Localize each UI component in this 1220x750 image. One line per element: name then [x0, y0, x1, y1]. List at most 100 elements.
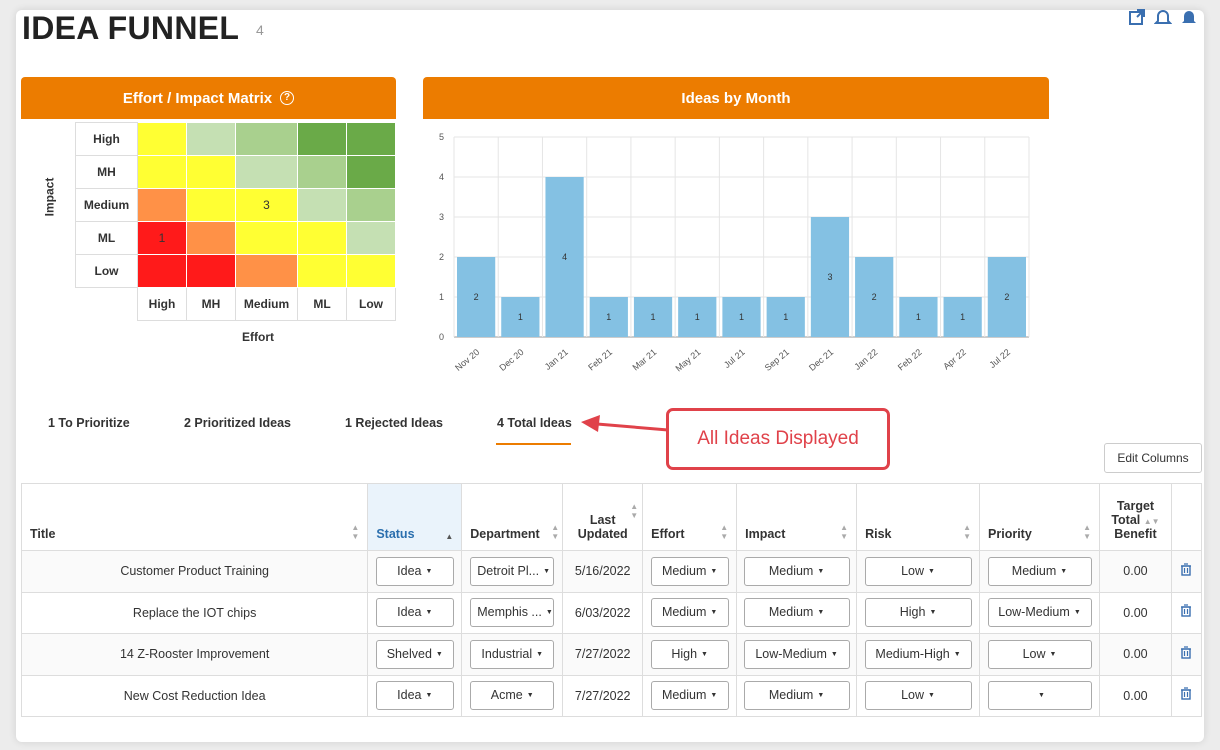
table-row[interactable]: Replace the IOT chips Idea ▼ Memphis ... ▼ 6/… — [20, 591, 1203, 634]
matrix-cell[interactable] — [186, 122, 236, 156]
table-row[interactable]: Customer Product Training Idea ▼ Detroit Pl… — [20, 550, 1203, 593]
matrix-cell[interactable] — [235, 122, 298, 156]
risk-dropdown[interactable]: Low ▼ — [864, 556, 972, 586]
column-header-department[interactable]: Department ▲ ▼ — [461, 483, 564, 551]
idea-title[interactable]: Customer Product Training — [20, 550, 369, 593]
column-header-effort[interactable]: Effort ▲ ▼ — [642, 483, 738, 551]
column-header-priority[interactable]: Priority ▲ ▼ — [979, 483, 1100, 551]
column-header-status[interactable]: Status ▲ — [367, 483, 463, 551]
y-tick-label: 5 — [439, 132, 444, 142]
matrix-cell[interactable] — [297, 122, 347, 156]
effort-axis-label: Effort — [242, 330, 274, 344]
sort-icon[interactable]: ▲ ▼ — [351, 523, 359, 541]
column-header-target-total-benefit[interactable]: Target Total ▲▼ Benefit — [1098, 483, 1172, 551]
matrix-column-label: MH — [186, 287, 236, 321]
matrix-row: Low — [75, 254, 396, 288]
help-icon[interactable]: ? — [280, 91, 295, 105]
matrix-cell[interactable] — [137, 155, 187, 189]
sort-icon[interactable]: ▲ ▼ — [840, 523, 848, 541]
priority-dropdown[interactable]: Medium ▼ — [987, 556, 1092, 586]
bell-outline-icon[interactable] — [1153, 8, 1173, 29]
matrix-cell[interactable] — [346, 122, 396, 156]
matrix-cell[interactable] — [297, 221, 347, 255]
column-header-impact[interactable]: Impact ▲ ▼ — [736, 483, 858, 551]
matrix-cell[interactable] — [297, 254, 347, 288]
tab-rejected-ideas[interactable]: 1 Rejected Ideas — [345, 416, 443, 430]
risk-dropdown[interactable]: Medium-High ▼ — [864, 639, 972, 669]
effort-dropdown[interactable]: Medium ▼ — [650, 598, 729, 628]
status-dropdown[interactable]: Shelved ▼ — [375, 639, 454, 669]
matrix-cell[interactable] — [235, 254, 298, 288]
matrix-cell[interactable] — [346, 254, 396, 288]
matrix-cell[interactable] — [137, 188, 187, 222]
matrix-cell[interactable]: 3 — [235, 188, 298, 222]
impact-dropdown[interactable]: Medium ▼ — [743, 681, 850, 711]
tab-to-prioritize[interactable]: 1 To Prioritize — [48, 416, 130, 430]
sort-asc-icon[interactable]: ▲ — [445, 532, 453, 541]
priority-cell: ▼ — [979, 674, 1100, 717]
matrix-cell[interactable] — [137, 122, 187, 156]
table-row[interactable]: New Cost Reduction Idea Idea ▼ Acme ▼ 7/27/20… — [20, 674, 1203, 717]
x-tick-label: Jan 21 — [543, 347, 570, 372]
sort-icon[interactable]: ▲ ▼ — [720, 523, 728, 541]
tab-prioritized-ideas[interactable]: 2 Prioritized Ideas — [184, 416, 291, 430]
department-dropdown[interactable]: Memphis ... ▼ — [470, 598, 555, 628]
external-link-icon[interactable] — [1128, 8, 1146, 29]
column-header-risk[interactable]: Risk ▲ ▼ — [856, 483, 981, 551]
bar-data-label: 1 — [651, 312, 656, 322]
department-dropdown[interactable]: Industrial ▼ — [470, 639, 555, 669]
matrix-row: High — [75, 122, 396, 156]
idea-title[interactable]: 14 Z-Rooster Improvement — [20, 633, 369, 676]
actions-cell — [1170, 674, 1203, 717]
risk-dropdown[interactable]: Low ▼ — [864, 681, 972, 711]
matrix-cell[interactable] — [186, 254, 236, 288]
risk-dropdown[interactable]: High ▼ — [864, 598, 972, 628]
priority-dropdown[interactable]: Low ▼ — [987, 639, 1092, 669]
matrix-cell[interactable] — [297, 155, 347, 189]
matrix-cell[interactable] — [186, 155, 236, 189]
table-row[interactable]: 14 Z-Rooster Improvement Shelved ▼ Industri… — [20, 633, 1203, 676]
trash-icon[interactable] — [1180, 646, 1192, 663]
sort-icon[interactable]: ▲ ▼ — [551, 523, 559, 541]
sort-icon[interactable]: ▲ ▼ — [630, 502, 638, 520]
matrix-cell[interactable] — [297, 188, 347, 222]
risk-cell: High ▼ — [856, 591, 981, 634]
status-dropdown[interactable]: Idea ▼ — [375, 598, 454, 628]
status-dropdown[interactable]: Idea ▼ — [375, 556, 454, 586]
idea-title[interactable]: New Cost Reduction Idea — [20, 674, 369, 717]
sort-icon[interactable]: ▲ ▼ — [963, 523, 971, 541]
trash-icon[interactable] — [1180, 604, 1192, 621]
matrix-cell[interactable] — [186, 188, 236, 222]
x-tick-label: Feb 21 — [586, 347, 614, 373]
sort-icon[interactable]: ▲ ▼ — [1083, 523, 1091, 541]
trash-icon[interactable] — [1180, 563, 1192, 580]
matrix-cell[interactable] — [346, 221, 396, 255]
matrix-cell[interactable] — [346, 188, 396, 222]
effort-dropdown[interactable]: Medium ▼ — [650, 681, 729, 711]
department-dropdown[interactable]: Detroit Pl... ▼ — [470, 556, 555, 586]
matrix-cell[interactable] — [137, 254, 187, 288]
edit-columns-button[interactable]: Edit Columns — [1104, 443, 1202, 473]
trash-icon[interactable] — [1180, 687, 1192, 704]
impact-dropdown[interactable]: Low-Medium ▼ — [743, 639, 850, 669]
priority-dropdown[interactable]: ▼ — [987, 681, 1092, 711]
matrix-cell[interactable] — [186, 221, 236, 255]
bell-icon[interactable] — [1180, 8, 1198, 29]
idea-title[interactable]: Replace the IOT chips — [20, 591, 369, 634]
matrix-cell[interactable]: 1 — [137, 221, 187, 255]
effort-dropdown[interactable]: High ▼ — [650, 639, 729, 669]
column-header-title[interactable]: Title ▲ ▼ — [20, 483, 369, 551]
status-dropdown[interactable]: Idea ▼ — [375, 681, 454, 711]
column-header-last-updated[interactable]: Last Updated ▲ ▼ — [562, 483, 644, 551]
effort-dropdown[interactable]: Medium ▼ — [650, 556, 729, 586]
impact-dropdown[interactable]: Medium ▼ — [743, 598, 850, 628]
matrix-title: Effort / Impact Matrix — [122, 89, 273, 107]
impact-dropdown[interactable]: Medium ▼ — [743, 556, 850, 586]
y-tick-label: 1 — [439, 292, 444, 302]
matrix-cell[interactable] — [235, 221, 298, 255]
department-dropdown[interactable]: Acme ▼ — [470, 681, 555, 711]
priority-dropdown[interactable]: Low-Medium ▼ — [987, 598, 1092, 628]
matrix-cell[interactable] — [235, 155, 298, 189]
matrix-cell[interactable] — [346, 155, 396, 189]
tab-total-ideas[interactable]: 4 Total Ideas — [497, 416, 572, 430]
